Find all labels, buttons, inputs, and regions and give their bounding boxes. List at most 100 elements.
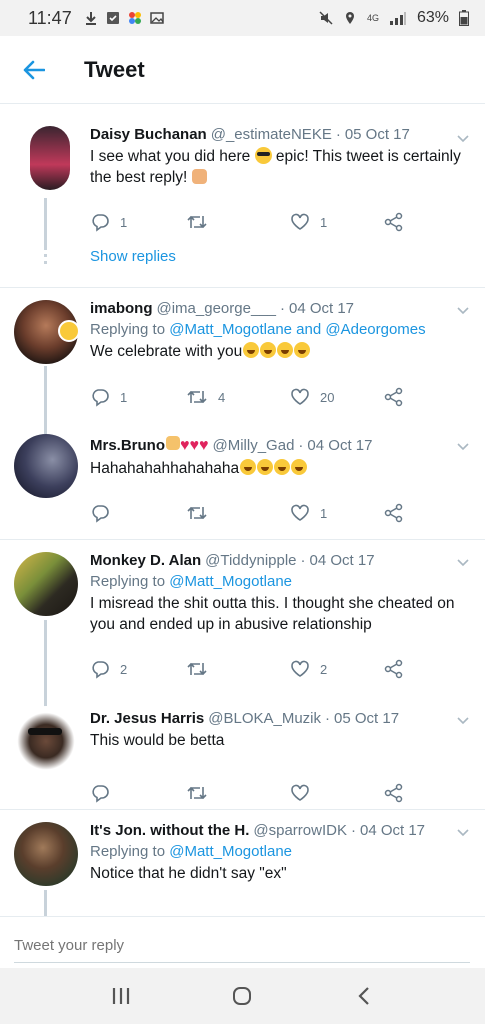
sunglasses-icon bbox=[28, 728, 62, 735]
retweet-button[interactable] bbox=[186, 660, 290, 678]
reply-composer bbox=[0, 916, 485, 968]
tweet-item[interactable]: Mrs.Bruno ♥ ♥ ♥ @Milly_Gad · 04 Oct 17 Hah… bbox=[0, 428, 485, 540]
tweet-date[interactable]: 05 Oct 17 bbox=[345, 126, 410, 143]
sunglasses-emoji-icon bbox=[254, 147, 272, 164]
reply-input[interactable] bbox=[14, 929, 470, 963]
avatar[interactable] bbox=[30, 126, 70, 190]
thread-line bbox=[44, 198, 47, 250]
tweet-date[interactable]: 04 Oct 17 bbox=[289, 300, 354, 317]
thread-dots bbox=[44, 254, 47, 264]
home-button[interactable] bbox=[222, 976, 262, 1016]
retweet-button[interactable]: 4 bbox=[186, 388, 290, 406]
home-icon bbox=[233, 987, 252, 1005]
like-button[interactable] bbox=[290, 784, 384, 802]
author-name[interactable]: It's Jon. without the H. bbox=[90, 822, 249, 839]
author-handle[interactable]: @ima_george___ bbox=[157, 300, 276, 317]
like-button[interactable]: 1 bbox=[290, 504, 384, 522]
pinwheel-icon bbox=[128, 12, 141, 24]
share-button[interactable] bbox=[384, 387, 404, 407]
tweet-item[interactable]: Daisy Buchanan @_estimateNEKE · 05 Oct 1… bbox=[0, 104, 485, 288]
heart-emoji-icon: ♥ bbox=[180, 437, 190, 454]
tweet-item[interactable]: imabong @ima_george___ · 04 Oct 17 Reply… bbox=[0, 288, 485, 434]
author-handle[interactable]: @Milly_Gad bbox=[213, 437, 295, 454]
reply-icon bbox=[92, 214, 109, 232]
heart-emoji-icon: ♥ bbox=[199, 437, 209, 454]
tweet-item[interactable]: It's Jon. without the H. @sparrowIDK · 0… bbox=[0, 810, 485, 916]
tweet-text: This would be betta bbox=[90, 732, 225, 749]
reply-button[interactable]: 1 bbox=[90, 212, 186, 232]
replying-to: Replying to @Matt_Mogotlane and @Adeorgo… bbox=[90, 321, 426, 338]
heart-icon bbox=[291, 784, 309, 801]
author-handle[interactable]: @_estimateNEKE bbox=[211, 126, 332, 143]
reply-feed[interactable]: Daisy Buchanan @_estimateNEKE · 05 Oct 1… bbox=[0, 104, 485, 916]
tweet-item[interactable]: Dr. Jesus Harris @BLOKA_Muzik · 05 Oct 1… bbox=[0, 702, 485, 810]
author-handle[interactable]: @Tiddynipple bbox=[205, 552, 296, 569]
tweet-actions: 1 bbox=[90, 499, 465, 527]
share-icon bbox=[384, 659, 403, 679]
replying-to: Replying to @Matt_Mogotlane bbox=[90, 573, 293, 590]
share-button[interactable] bbox=[384, 659, 404, 679]
share-button[interactable] bbox=[384, 212, 404, 232]
reply-button[interactable]: 1 bbox=[90, 387, 186, 407]
thread-line bbox=[44, 366, 47, 434]
reply-icon bbox=[92, 505, 109, 523]
author-handle[interactable]: @BLOKA_Muzik bbox=[208, 710, 321, 727]
tweet-text: I see what you did here epic! This tweet… bbox=[90, 147, 461, 186]
chevron-down-icon[interactable] bbox=[455, 130, 471, 146]
avatar[interactable] bbox=[14, 434, 78, 498]
retweet-icon bbox=[187, 786, 207, 800]
back-button[interactable] bbox=[14, 50, 54, 90]
heart-icon bbox=[291, 504, 309, 521]
share-button[interactable] bbox=[384, 783, 404, 803]
like-button[interactable]: 20 bbox=[290, 388, 384, 406]
checkbox-icon bbox=[106, 12, 119, 24]
tweet-date[interactable]: 04 Oct 17 bbox=[307, 437, 372, 454]
mention-link[interactable]: @Matt_Mogotlane and @Adeorgomes bbox=[169, 321, 425, 338]
mention-link[interactable]: @Matt_Mogotlane bbox=[169, 843, 292, 860]
author-name[interactable]: Dr. Jesus Harris bbox=[90, 710, 204, 727]
avatar[interactable] bbox=[14, 706, 78, 770]
retweet-button[interactable] bbox=[186, 504, 290, 522]
tweet-item[interactable]: Monkey D. Alan @Tiddynipple · 04 Oct 17 … bbox=[0, 540, 485, 714]
author-name[interactable]: imabong bbox=[90, 300, 153, 317]
tweet-date[interactable]: 05 Oct 17 bbox=[334, 710, 399, 727]
chevron-down-icon[interactable] bbox=[455, 824, 471, 840]
reply-button[interactable]: 2 bbox=[90, 659, 186, 679]
avatar[interactable] bbox=[14, 822, 78, 886]
reply-icon bbox=[92, 389, 109, 407]
tweet-actions: 1 1 bbox=[90, 208, 465, 236]
reply-button[interactable] bbox=[90, 503, 186, 523]
author-name[interactable]: Mrs.Bruno bbox=[90, 437, 165, 454]
share-icon bbox=[384, 212, 403, 232]
heart-icon bbox=[291, 388, 309, 405]
arrow-left-icon bbox=[23, 60, 45, 79]
tweet-date[interactable]: 04 Oct 17 bbox=[310, 552, 375, 569]
system-back-button[interactable] bbox=[344, 976, 384, 1016]
chevron-down-icon[interactable] bbox=[455, 302, 471, 318]
clock: 11:47 bbox=[28, 7, 72, 28]
share-button[interactable] bbox=[384, 503, 404, 523]
like-button[interactable]: 2 bbox=[290, 660, 384, 678]
author-name[interactable]: Monkey D. Alan bbox=[90, 552, 201, 569]
tweet-date[interactable]: 04 Oct 17 bbox=[360, 822, 425, 839]
retweet-button[interactable] bbox=[186, 784, 290, 802]
reply-button[interactable] bbox=[90, 783, 186, 803]
retweet-button[interactable] bbox=[186, 213, 290, 231]
show-replies-link[interactable]: Show replies bbox=[90, 248, 465, 265]
like-button[interactable]: 1 bbox=[290, 213, 384, 231]
chevron-down-icon[interactable] bbox=[455, 712, 471, 728]
avatar[interactable] bbox=[14, 552, 78, 616]
tweet-actions: 1 4 20 bbox=[90, 383, 465, 411]
author-name[interactable]: Daisy Buchanan bbox=[90, 126, 207, 143]
author-handle[interactable]: @sparrowIDK bbox=[253, 822, 347, 839]
wink-emoji-icon bbox=[58, 320, 80, 342]
separator-dot: · bbox=[279, 300, 285, 317]
location-icon bbox=[345, 12, 354, 24]
mention-link[interactable]: @Matt_Mogotlane bbox=[169, 573, 292, 590]
chevron-down-icon[interactable] bbox=[455, 554, 471, 570]
chevron-down-icon[interactable] bbox=[455, 438, 471, 454]
share-icon bbox=[384, 503, 403, 523]
recent-apps-button[interactable] bbox=[101, 976, 141, 1016]
laughing-emoji-icon bbox=[257, 459, 274, 475]
chevron-left-icon bbox=[358, 987, 369, 1005]
